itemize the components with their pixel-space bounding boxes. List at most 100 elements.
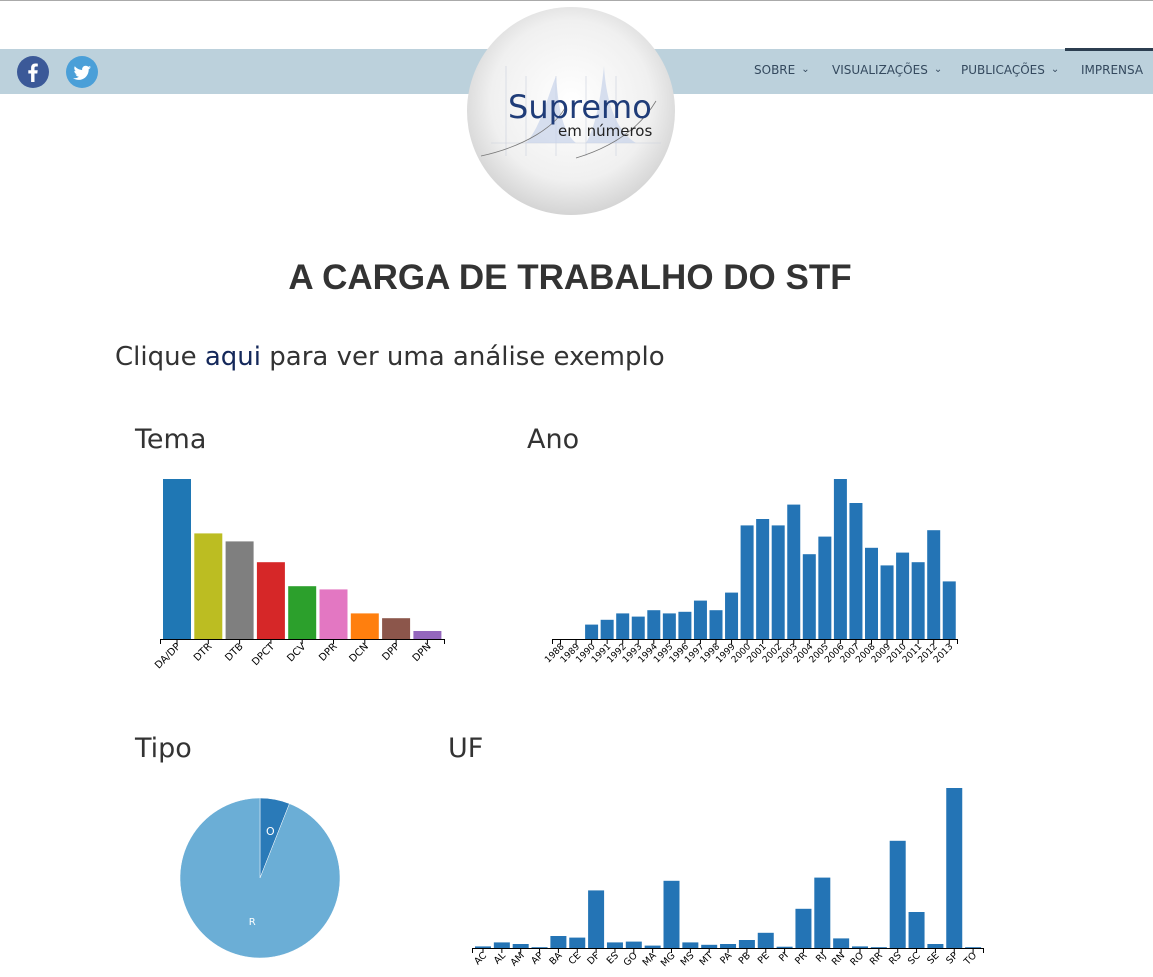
pie-label: O [266,825,275,838]
bar-2013 [942,581,956,639]
tick-label: SC [906,950,923,967]
bar-PB [738,940,755,948]
nav-item-label: VISUALIZAÇÕES [832,63,928,77]
bar-2001 [756,519,770,639]
bar-MS [682,942,699,948]
intro-text: Clique aqui para ver uma análise exemplo [115,342,665,372]
bar-2009 [880,565,894,639]
bar-DCV [288,586,317,639]
tick-label: 1998 [699,642,722,665]
top-border [0,0,1153,1]
tick-label: MA [641,950,660,969]
bar-2006 [833,479,847,639]
nav-item-sobre[interactable]: SOBRE ⌄ [754,63,810,77]
pie-label: R [249,917,256,928]
bar-2011 [911,562,925,639]
pie-slice-O [259,797,290,879]
bar-DA/DP [163,479,191,639]
bar-AP [531,947,548,948]
bar-AM [512,944,529,948]
tick-label: MT [698,950,716,968]
bar-GO [625,941,642,948]
bar-DTB [225,541,254,639]
tick-label: 2005 [808,642,831,665]
bar-DPCT [256,562,285,639]
tick-label: 1997 [683,642,706,665]
nav-item-publicacoes[interactable]: PUBLICAÇÕES ⌄ [961,63,1059,77]
tick-label: RS [887,950,904,967]
tick-label: BA [548,950,565,967]
bar-2010 [896,552,910,639]
tick-label: 1996 [668,642,691,665]
logo-subtext: em números [558,122,652,140]
tick-label: CE [567,950,584,967]
tick-label: GO [622,950,640,968]
chart-title-uf: UF [448,733,484,764]
site-logo[interactable]: Supremo em números [466,6,676,216]
bar-MT [701,944,718,948]
tick-label: 1989 [559,642,582,665]
tick-label: 2002 [761,642,784,665]
tick-label: 2011 [901,642,924,665]
example-analysis-link[interactable]: aqui [205,342,261,372]
logo-text: Supremo [508,88,652,126]
bar-1998 [709,610,723,639]
bar-1990 [585,624,599,639]
bar-SE [927,944,944,948]
intro-before: Clique [115,342,205,372]
tick-label: SE [925,950,941,966]
bar-TO [965,947,982,948]
bar-1997 [693,600,707,639]
tick-label: 2006 [823,642,846,665]
chevron-down-icon: ⌄ [801,64,810,75]
bar-AC [475,946,491,948]
tick-label: DPR [317,641,339,663]
bar-2007 [849,503,863,639]
tick-label: 2007 [839,642,862,665]
bar-1996 [678,611,692,639]
nav-item-imprensa[interactable]: IMPRENSA [1081,63,1143,77]
tick-label: PA [718,950,734,966]
bar-1995 [662,613,676,639]
tick-label: DPCT [250,641,277,668]
tick-label: DTR [192,641,214,663]
tick-label: 2012 [917,642,940,665]
tick-label: 2000 [730,642,753,665]
tick-label: 2008 [854,642,877,665]
tick-label: 2001 [746,642,769,665]
tick-label: DCV [285,641,308,664]
bar-1994 [647,610,661,639]
bar-MG [663,880,680,948]
nav-item-label: IMPRENSA [1081,63,1144,77]
tick-label: AC [472,950,489,967]
tick-label: DCN [347,641,370,664]
bar-RS [889,840,906,948]
nav-item-visualizacoes[interactable]: VISUALIZAÇÕES ⌄ [832,63,942,77]
bar-DCN [350,613,379,639]
tick-label: DA/DP [153,641,183,671]
bar-2004 [802,554,816,639]
tick-label: TO [961,950,979,968]
tick-label: PI [777,950,791,964]
tick-label: 1995 [652,642,675,665]
bar-2012 [927,530,941,639]
tick-label: AM [509,950,527,968]
tick-label: RN [830,950,847,967]
intro-after: para ver uma análise exemplo [261,342,665,372]
bar-AL [493,942,510,948]
page-title: A CARGA DE TRABALHO DO STF [288,258,852,297]
chart-title-ano: Ano [527,424,580,455]
bar-DPP [382,618,411,639]
tick-label: PR [793,950,810,967]
tick-label: SP [944,950,960,966]
bar-RO [852,946,868,948]
bar-RR [870,947,887,948]
bar-2002 [771,525,785,639]
tick-label: 1993 [621,642,644,665]
tick-label: 1988 [543,642,566,665]
facebook-icon[interactable] [17,56,49,88]
bar-1992 [616,613,630,639]
bar-DPR [319,589,348,639]
twitter-icon[interactable] [66,56,98,88]
tick-label: 2004 [792,642,815,665]
